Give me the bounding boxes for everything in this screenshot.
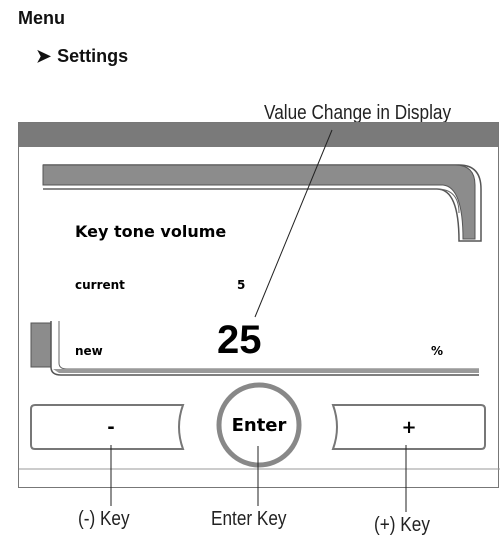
display-leader-line [254,129,333,318]
callout-leader-lines [110,129,407,512]
minus-key-callout-label: (-) Key [78,508,130,530]
enter-key-callout-label: Enter Key [211,508,287,530]
plus-key-callout-label: (+) Key [374,514,430,536]
